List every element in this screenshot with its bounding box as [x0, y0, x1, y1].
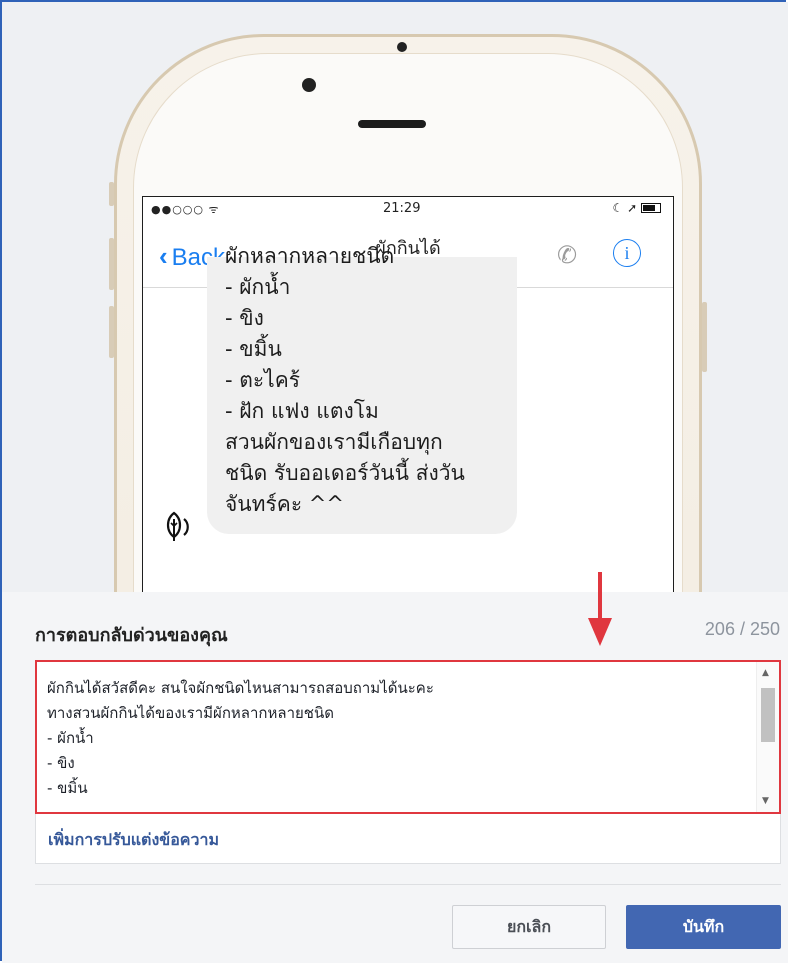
message-bubble: ผักหลากหลายชนิด - ผักน้ำ - ขิง - ขมิ้น -…: [207, 244, 517, 534]
scroll-down-icon[interactable]: ▼: [762, 796, 769, 806]
cancel-button[interactable]: ยกเลิก: [452, 905, 606, 949]
quick-reply-panel: การตอบกลับด่วนของคุณ 206 / 250 ผักกินได้…: [2, 592, 788, 963]
panel-title: การตอบกลับด่วนของคุณ: [35, 625, 228, 646]
phone-call-icon[interactable]: ✆: [557, 241, 577, 269]
volume-up-button: [109, 238, 114, 290]
earpiece-speaker: [358, 120, 426, 128]
front-camera: [302, 78, 316, 92]
add-customization-link[interactable]: เพิ่มการปรับแต่งข้อความ: [48, 828, 219, 853]
reply-textarea[interactable]: ผักกินได้สวัสดีคะ สนใจผักชนิดไหนสามารถสอ…: [35, 660, 781, 814]
volume-down-button: [109, 306, 114, 358]
character-counter: 206 / 250: [704, 619, 780, 639]
red-arrow-annotation: [588, 572, 612, 646]
reply-text[interactable]: ผักกินได้สวัสดีคะ สนใจผักชนิดไหนสามารถสอ…: [47, 676, 749, 801]
scroll-thumb[interactable]: [761, 688, 775, 742]
bubble-line: - ขมิ้น: [225, 337, 282, 361]
ios-status-bar: ●●○○○ ᯤ 21:29 ☾ ➚: [143, 197, 673, 221]
bubble-line: ชนิด รับออเดอร์วันนี้ ส่งวัน: [225, 461, 465, 485]
bubble-line: ผักหลากหลายชนิด: [225, 244, 395, 268]
status-icons: ☾ ➚: [613, 201, 661, 215]
moon-location-icon: ☾ ➚: [612, 201, 638, 215]
textarea-scrollbar[interactable]: ▲ ▼: [756, 662, 779, 812]
bubble-line: - ขิง: [225, 306, 264, 330]
bubble-line: สวนผักของเรามีเกือบทุก: [225, 430, 443, 454]
footer-divider: [35, 884, 781, 885]
phone-screen: ●●○○○ ᯤ 21:29 ☾ ➚ ‹Back ผักกินได้ Facebo…: [142, 196, 674, 592]
mute-switch: [109, 182, 114, 206]
battery-icon: [641, 203, 661, 213]
signal-icon: ●●○○○ ᯤ: [151, 203, 220, 216]
bubble-line: - ตะไคร้: [225, 368, 301, 392]
leaf-avatar-icon: [161, 509, 197, 545]
dialog-frame: ●●○○○ ᯤ 21:29 ☾ ➚ ‹Back ผักกินได้ Facebo…: [0, 0, 788, 963]
power-button: [702, 302, 707, 372]
proximity-sensor: [397, 42, 407, 52]
save-button[interactable]: บันทึก: [626, 905, 781, 949]
bubble-line: จันทร์คะ ^^: [225, 492, 344, 516]
scroll-up-icon[interactable]: ▲: [762, 668, 769, 678]
customize-row: เพิ่มการปรับแต่งข้อความ: [35, 814, 781, 864]
bubble-line: - ผักน้ำ: [225, 275, 291, 299]
status-time: 21:29: [383, 201, 421, 216]
bubble-line: - ฝัก แฟง แตงโม: [225, 399, 379, 423]
message-preview: ●●○○○ ᯤ 21:29 ☾ ➚ ‹Back ผักกินได้ Facebo…: [2, 2, 788, 592]
info-icon[interactable]: i: [613, 239, 641, 267]
